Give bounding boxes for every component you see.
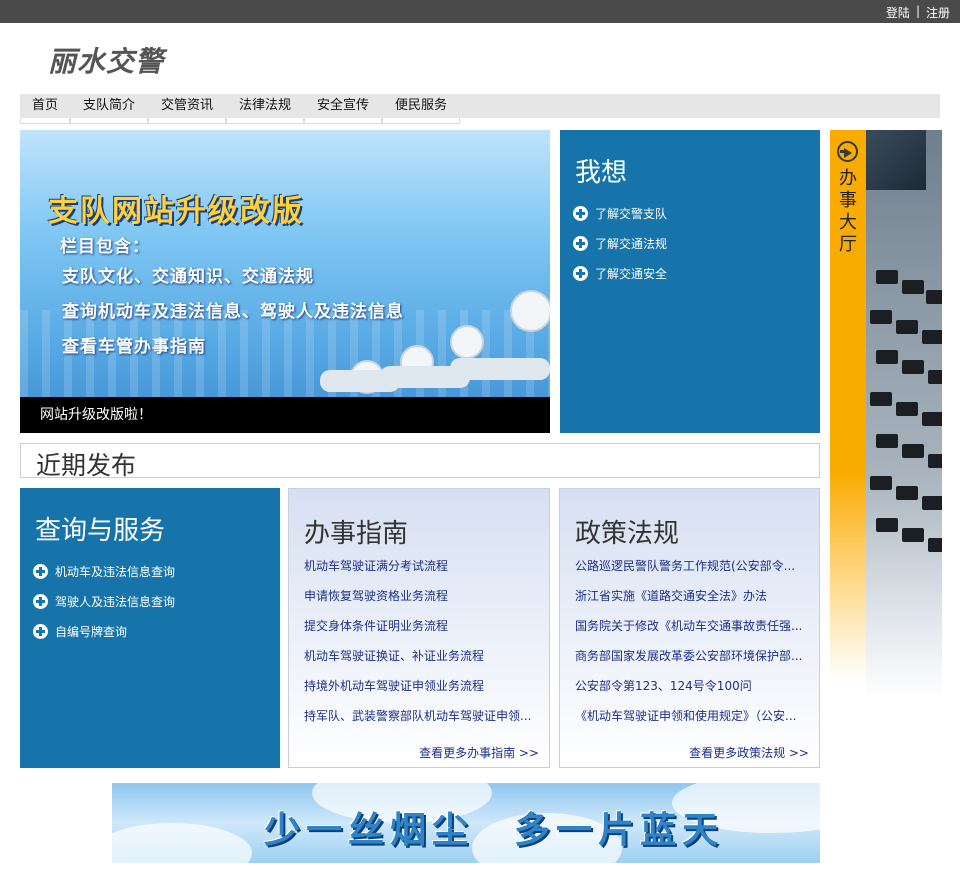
- guide-more-link[interactable]: 查看更多办事指南 >>: [419, 744, 539, 761]
- plus-circle-icon: [573, 265, 588, 281]
- slogan-part-1: 少一丝烟尘: [264, 810, 475, 851]
- i-want-item[interactable]: 了解交通安全: [573, 258, 667, 288]
- main-nav: 首页 支队简介 交管资讯 法律法规 安全宣传 便民服务: [20, 94, 940, 118]
- nav-item-laws[interactable]: 法律法规: [226, 94, 304, 118]
- query-item[interactable]: 机动车及违法信息查询: [33, 556, 175, 586]
- banner-line: 查看车管办事指南: [62, 337, 206, 357]
- plus-circle-icon: [573, 235, 588, 251]
- nav-item-home[interactable]: 首页: [20, 94, 70, 118]
- service-hall-tab[interactable]: 办事大厅: [830, 130, 866, 680]
- hero-banner[interactable]: 支队网站升级改版 栏目包含： 支队文化、交通知识、交通法规 查询机动车及违法信息…: [20, 130, 550, 433]
- plus-circle-icon: [573, 205, 588, 221]
- policy-link[interactable]: 公路巡逻民警队警务工作规范(公安部令...: [575, 551, 815, 581]
- guide-link[interactable]: 机动车驾驶证满分考试流程: [304, 551, 544, 581]
- policy-link[interactable]: 商务部国家发展改革委公安部环境保护部...: [575, 641, 815, 671]
- guide-link[interactable]: 持军队、武装警察部队机动车驾驶证申领...: [304, 701, 544, 731]
- guide-panel: 办事指南 机动车驾驶证满分考试流程 申请恢复驾驶资格业务流程 提交身体条件证明业…: [288, 488, 550, 768]
- i-want-list: 了解交警支队 了解交通法规 了解交通安全: [573, 198, 667, 288]
- arrow-right-circle-icon: [837, 141, 858, 162]
- banner-caption: 网站升级改版啦！: [20, 397, 550, 433]
- policy-list: 公路巡逻民警队警务工作规范(公安部令... 浙江省实施《道路交通安全法》办法 国…: [575, 551, 815, 731]
- policy-link[interactable]: 公安部令第123、124号令100问: [575, 671, 815, 701]
- link-separator: |: [915, 4, 920, 18]
- policy-title: 政策法规: [575, 519, 680, 549]
- slogan-part-2: 多一片蓝天: [514, 810, 725, 851]
- banner-line: 查询机动车及违法信息、驾驶人及违法信息: [62, 302, 404, 322]
- guide-link[interactable]: 提交身体条件证明业务流程: [304, 611, 544, 641]
- guide-link[interactable]: 持境外机动车驾驶证申领业务流程: [304, 671, 544, 701]
- guide-link[interactable]: 申请恢复驾驶资格业务流程: [304, 581, 544, 611]
- plus-circle-icon: [33, 623, 48, 639]
- site-logo[interactable]: 丽水交警: [48, 40, 164, 80]
- service-hall-label: 办事大厅: [839, 168, 857, 255]
- nav-item-news[interactable]: 交管资讯: [148, 94, 226, 118]
- query-list: 机动车及违法信息查询 驾驶人及违法信息查询 自编号牌查询: [33, 556, 175, 646]
- laptop-keyboard-image: [866, 130, 942, 700]
- anti-smoke-banner[interactable]: 少一丝烟尘 多一片蓝天: [112, 783, 820, 863]
- query-item[interactable]: 驾驶人及违法信息查询: [33, 586, 175, 616]
- i-want-item[interactable]: 了解交通法规: [573, 228, 667, 258]
- guide-title: 办事指南: [304, 519, 409, 549]
- nav-item-safety[interactable]: 安全宣传: [304, 94, 382, 118]
- policy-link[interactable]: 浙江省实施《道路交通安全法》办法: [575, 581, 815, 611]
- i-want-title: 我想: [575, 158, 628, 188]
- query-service-panel: 查询与服务 机动车及违法信息查询 驾驶人及违法信息查询 自编号牌查询: [20, 488, 280, 768]
- account-links: 登陆 | 注册: [886, 4, 950, 21]
- i-want-panel: 我想 了解交警支队 了解交通法规 了解交通安全: [560, 130, 820, 433]
- banner-line: 栏目包含：: [60, 237, 150, 257]
- query-title: 查询与服务: [35, 516, 166, 546]
- policy-panel: 政策法规 公路巡逻民警队警务工作规范(公安部令... 浙江省实施《道路交通安全法…: [559, 488, 820, 768]
- banner-line: 支队文化、交通知识、交通法规: [62, 267, 314, 287]
- login-link[interactable]: 登陆: [886, 4, 910, 21]
- guide-link[interactable]: 机动车驾驶证换证、补证业务流程: [304, 641, 544, 671]
- policy-link[interactable]: 国务院关于修改《机动车交通事故责任强...: [575, 611, 815, 641]
- nav-underline: [20, 118, 460, 124]
- plus-circle-icon: [33, 593, 48, 609]
- nav-item-about[interactable]: 支队简介: [70, 94, 148, 118]
- nav-item-services[interactable]: 便民服务: [382, 94, 460, 118]
- policy-more-link[interactable]: 查看更多政策法规 >>: [689, 744, 809, 761]
- i-want-item[interactable]: 了解交警支队: [573, 198, 667, 228]
- plus-circle-icon: [33, 563, 48, 579]
- recent-posts-header: 近期发布: [20, 443, 820, 480]
- query-item[interactable]: 自编号牌查询: [33, 616, 175, 646]
- policy-link[interactable]: 《机动车驾驶证申领和使用规定》（公安...: [575, 701, 815, 731]
- guide-list: 机动车驾驶证满分考试流程 申请恢复驾驶资格业务流程 提交身体条件证明业务流程 机…: [304, 551, 544, 731]
- banner-headline: 支队网站升级改版: [48, 194, 304, 229]
- recent-posts-title: 近期发布: [36, 451, 137, 480]
- top-bar: 登陆 | 注册: [0, 0, 960, 23]
- register-link[interactable]: 注册: [926, 4, 950, 21]
